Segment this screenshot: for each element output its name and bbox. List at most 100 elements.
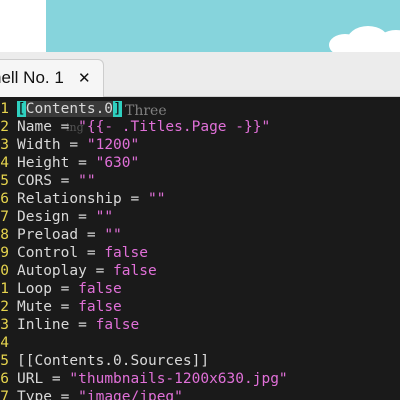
line-number: 1 (0, 101, 9, 117)
code-line: 7 Design = "" (0, 208, 400, 226)
code-line: 9 Control = false (0, 244, 400, 262)
text-cursor: [ (17, 101, 26, 117)
code-text: Height = "630" (17, 154, 139, 172)
code-text: Relationship = "" (17, 190, 165, 208)
code-key: Preload (17, 227, 79, 243)
code-value: "1200" (86, 137, 140, 153)
tab-title: hell No. 1 (0, 68, 64, 87)
code-value: false (95, 317, 140, 333)
code-operator: = (51, 119, 79, 135)
code-value: "{{- .Titles.Page -}}" (78, 119, 271, 135)
code-text: Control = false (17, 244, 148, 262)
line-number: 7 (0, 389, 9, 400)
code-line: 4 (0, 334, 400, 352)
line-number: 3 (0, 137, 9, 153)
line-number: 9 (0, 245, 9, 261)
line-number: 4 (0, 335, 9, 351)
code-operator: = (69, 209, 96, 225)
wallpaper (46, 0, 400, 52)
line-number: 6 (0, 371, 9, 387)
code-key: Relationship (17, 191, 122, 207)
code-key: [[Contents.0.Sources]] (17, 353, 210, 369)
code-line: 6 URL = "thumbnails-1200x630.jpg" (0, 370, 400, 388)
code-text: Autoplay = false (17, 262, 157, 280)
code-key: Name (17, 119, 52, 135)
code-line: 2 Mute = false (0, 298, 400, 316)
code-operator: = (69, 317, 96, 333)
code-text: Name = "{{- .Titles.Page -}}" (17, 118, 270, 136)
code-key: CORS (17, 173, 52, 189)
code-line: 1 [Contents.0] (0, 100, 400, 118)
code-value: "image/jpeg" (78, 389, 183, 400)
code-value: "" (78, 173, 96, 189)
code-operator: = (51, 389, 79, 400)
matching-bracket: ] (113, 101, 122, 117)
code-key: Width (17, 137, 61, 153)
code-text: Preload = "" (17, 226, 122, 244)
code-key: Height (17, 155, 70, 171)
line-number: 2 (0, 299, 9, 315)
desktop-background (0, 0, 400, 52)
code-line: 5 CORS = "" (0, 172, 400, 190)
code-operator: = (51, 173, 79, 189)
line-number: 5 (0, 353, 9, 369)
code-key: Inline (17, 317, 70, 333)
code-value: "630" (95, 155, 140, 171)
code-operator: = (60, 137, 87, 153)
code-key: URL (17, 371, 44, 387)
line-number: 0 (0, 263, 9, 279)
code-key: Contents.0 (25, 101, 114, 117)
code-text: [Contents.0] (17, 100, 122, 118)
line-number: 7 (0, 209, 9, 225)
line-number: 3 (0, 317, 9, 333)
code-value: false (113, 263, 157, 279)
code-line: 6 Relationship = "" (0, 190, 400, 208)
code-line: 2 Name = "{{- .Titles.Page -}}" (0, 118, 400, 136)
line-number: 6 (0, 191, 9, 207)
code-operator: = (121, 191, 148, 207)
code-text: Design = "" (17, 208, 113, 226)
code-text: Mute = false (17, 298, 122, 316)
tab-bar: hell No. 1 ✕ (0, 52, 400, 97)
code-text: URL = "thumbnails-1200x630.jpg" (17, 370, 288, 388)
code-text: Width = "1200" (17, 136, 139, 154)
line-number: 5 (0, 173, 9, 189)
code-text: CORS = "" (17, 172, 96, 190)
code-value: "thumbnails-1200x630.jpg" (69, 371, 288, 387)
line-number: 2 (0, 119, 9, 135)
code-operator: = (43, 371, 70, 387)
terminal-view[interactable]: Three ing 1 [Contents.0] 2 Name = "{{- .Tit… (0, 97, 400, 400)
code-line: 0 Autoplay = false (0, 262, 400, 280)
code-operator: = (78, 245, 105, 261)
line-number: 1 (0, 281, 9, 297)
close-icon[interactable]: ✕ (78, 69, 91, 87)
code-line: 8 Preload = "" (0, 226, 400, 244)
code-text: Inline = false (17, 316, 139, 334)
code-operator: = (78, 227, 105, 243)
code-line: 3 Width = "1200" (0, 136, 400, 154)
code-line: 7 Type = "image/jpeg" (0, 388, 400, 400)
line-number: 8 (0, 227, 9, 243)
code-line: 4 Height = "630" (0, 154, 400, 172)
line-number: 4 (0, 155, 9, 171)
code-value: false (78, 299, 122, 315)
code-line: 5 [[Contents.0.Sources]] (0, 352, 400, 370)
code-text: Loop = false (17, 280, 122, 298)
code-key: Mute (17, 299, 52, 315)
code-text: Type = "image/jpeg" (17, 388, 183, 400)
code-key: Type (17, 389, 52, 400)
code-key: Design (17, 209, 70, 225)
code-operator: = (86, 263, 114, 279)
code-key: Control (17, 245, 79, 261)
code-value: "" (104, 227, 122, 243)
code-operator: = (51, 281, 79, 297)
code-key: Autoplay (17, 263, 87, 279)
terminal-tab[interactable]: hell No. 1 ✕ (0, 59, 104, 97)
code-line: 3 Inline = false (0, 316, 400, 334)
code-key: Loop (17, 281, 52, 297)
code-value: "" (95, 209, 114, 225)
code-value: "" (147, 191, 166, 207)
code-operator: = (69, 155, 96, 171)
code-text: [[Contents.0.Sources]] (17, 352, 209, 370)
code-value: false (104, 245, 148, 261)
